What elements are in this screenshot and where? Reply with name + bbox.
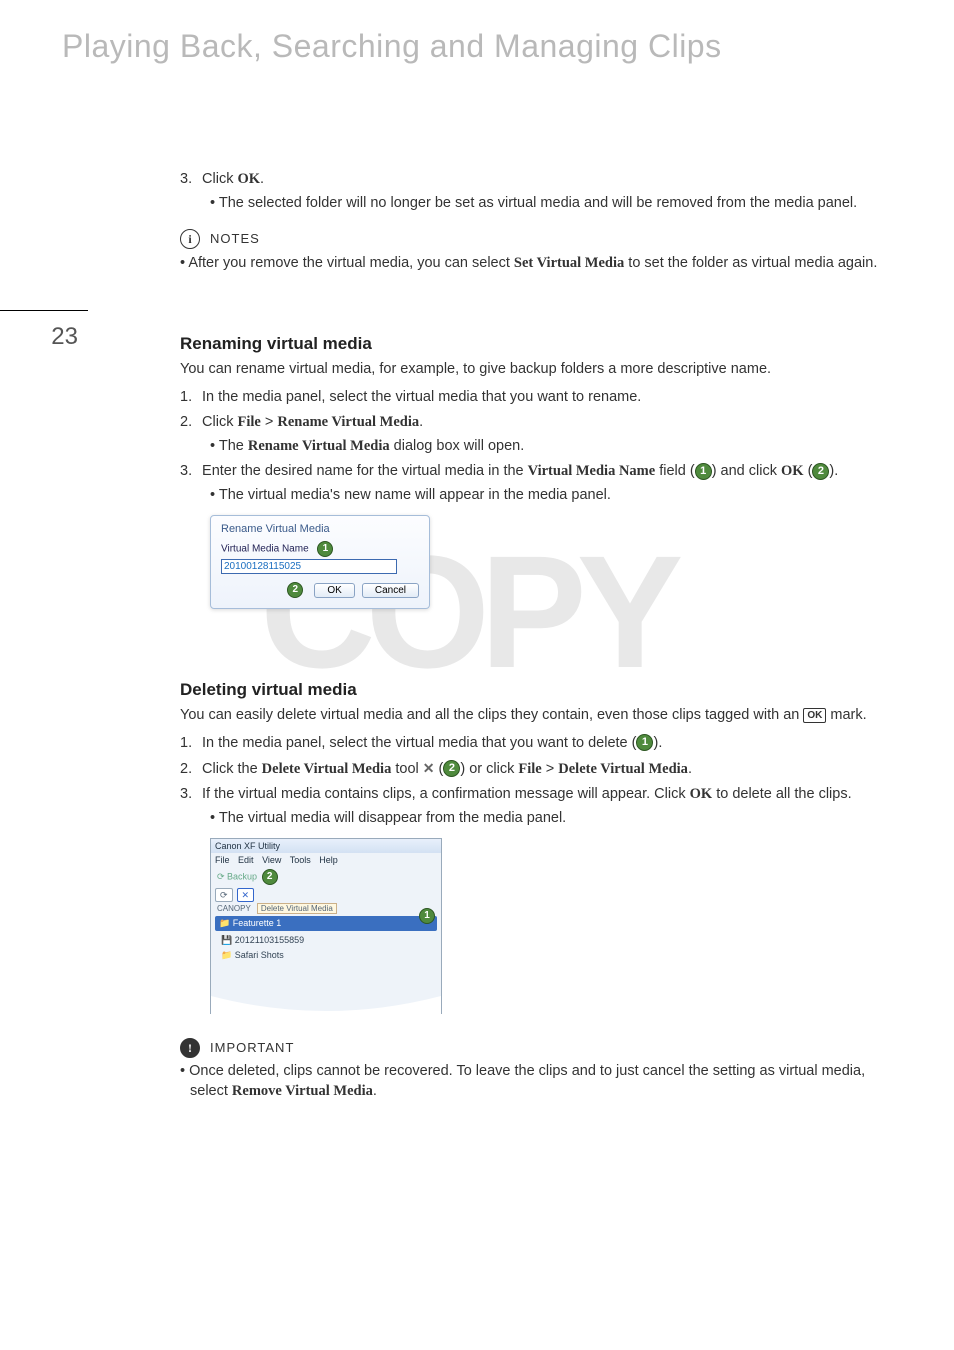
menu-edit[interactable]: Edit <box>238 855 254 865</box>
rename-dialog-figure: Rename Virtual Media Virtual Media Name … <box>210 515 430 609</box>
backup-label: ⟳ Backup 2 <box>211 868 441 886</box>
app-toolbar: ⟳ ✕ <box>211 886 441 904</box>
step-3-click-ok: 3. Click OK. <box>180 170 880 190</box>
refresh-button[interactable]: ⟳ <box>215 888 233 902</box>
notes-label: NOTES <box>210 231 260 246</box>
renaming-step-2-sub: The Rename Virtual Media dialog box will… <box>210 437 880 457</box>
important-block: ! IMPORTANT <box>180 1038 880 1058</box>
menu-tools[interactable]: Tools <box>290 855 311 865</box>
app-callout-2: 2 <box>262 869 278 885</box>
renaming-step-3: 3. Enter the desired name for the virtua… <box>180 462 880 482</box>
callout-1b: 1 <box>636 734 653 751</box>
chapter-title: Playing Back, Searching and Managing Cli… <box>62 28 722 65</box>
app-titlebar: Canon XF Utility <box>211 839 441 853</box>
app-menubar: File Edit View Tools Help <box>211 853 441 867</box>
step-text: Click OK. <box>202 171 264 187</box>
notes-bullet: • After you remove the virtual media, yo… <box>180 254 880 274</box>
deleting-step-3: 3. If the virtual media contains clips, … <box>180 785 880 805</box>
app-window-figure: Canon XF Utility File Edit View Tools He… <box>210 838 442 1014</box>
deleting-step-3-sub: The virtual media will disappear from th… <box>210 809 880 829</box>
callout-1: 1 <box>695 463 712 480</box>
deleting-step-2: 2. Click the Delete Virtual Media tool ✕… <box>180 759 880 779</box>
selected-media-row[interactable]: 📁 Featurette 1 <box>215 916 437 930</box>
renaming-step-2: 2. Click File > Rename Virtual Media. <box>180 413 880 433</box>
step-number: 3. <box>180 170 198 190</box>
dialog-title: Rename Virtual Media <box>221 522 419 537</box>
virtual-media-name-field[interactable] <box>221 559 397 574</box>
callout-2: 2 <box>812 463 829 480</box>
dialog-field-label: Virtual Media Name 1 <box>221 541 419 557</box>
delete-virtual-media-button[interactable]: ✕ <box>237 888 255 902</box>
renaming-intro: You can rename virtual media, for exampl… <box>180 360 880 380</box>
notes-block: i NOTES <box>180 229 880 249</box>
menu-view[interactable]: View <box>262 855 281 865</box>
tooltip: Delete Virtual Media <box>257 903 337 914</box>
important-label: IMPORTANT <box>210 1040 294 1055</box>
deleting-intro: You can easily delete virtual media and … <box>180 706 880 726</box>
rename-dialog: Rename Virtual Media Virtual Media Name … <box>210 515 430 609</box>
ok-mark-icon: OK <box>803 708 826 724</box>
media-row[interactable]: 📁 Safari Shots <box>217 948 435 962</box>
renaming-step-1: 1. In the media panel, select the virtua… <box>180 388 880 408</box>
app-callout-1: 1 <box>419 908 435 924</box>
renaming-step-3-sub: The virtual media's new name will appear… <box>210 486 880 506</box>
menu-help[interactable]: Help <box>319 855 338 865</box>
callout-2b: 2 <box>443 760 460 777</box>
step-3-sub: The selected folder will no longer be se… <box>210 194 880 214</box>
page-number-tab: 23 <box>0 310 88 351</box>
heading-renaming: Renaming virtual media <box>180 333 880 356</box>
info-icon: i <box>180 229 200 249</box>
heading-deleting: Deleting virtual media <box>180 679 880 702</box>
media-row[interactable]: 💾 20121103155859 <box>217 933 435 947</box>
dialog-callout-1: 1 <box>317 541 333 557</box>
delete-icon: ✕ <box>423 759 435 778</box>
tooltip-row: CANOPY Delete Virtual Media 1 <box>211 904 441 915</box>
page-number: 23 <box>51 323 78 350</box>
menu-file[interactable]: File <box>215 855 230 865</box>
important-icon: ! <box>180 1038 200 1058</box>
important-bullet: • Once deleted, clips cannot be recovere… <box>180 1062 880 1101</box>
ok-button[interactable]: OK <box>314 583 354 598</box>
cancel-button[interactable]: Cancel <box>362 583 419 598</box>
dialog-callout-2: 2 <box>287 582 303 598</box>
deleting-step-1: 1. In the media panel, select the virtua… <box>180 734 880 754</box>
